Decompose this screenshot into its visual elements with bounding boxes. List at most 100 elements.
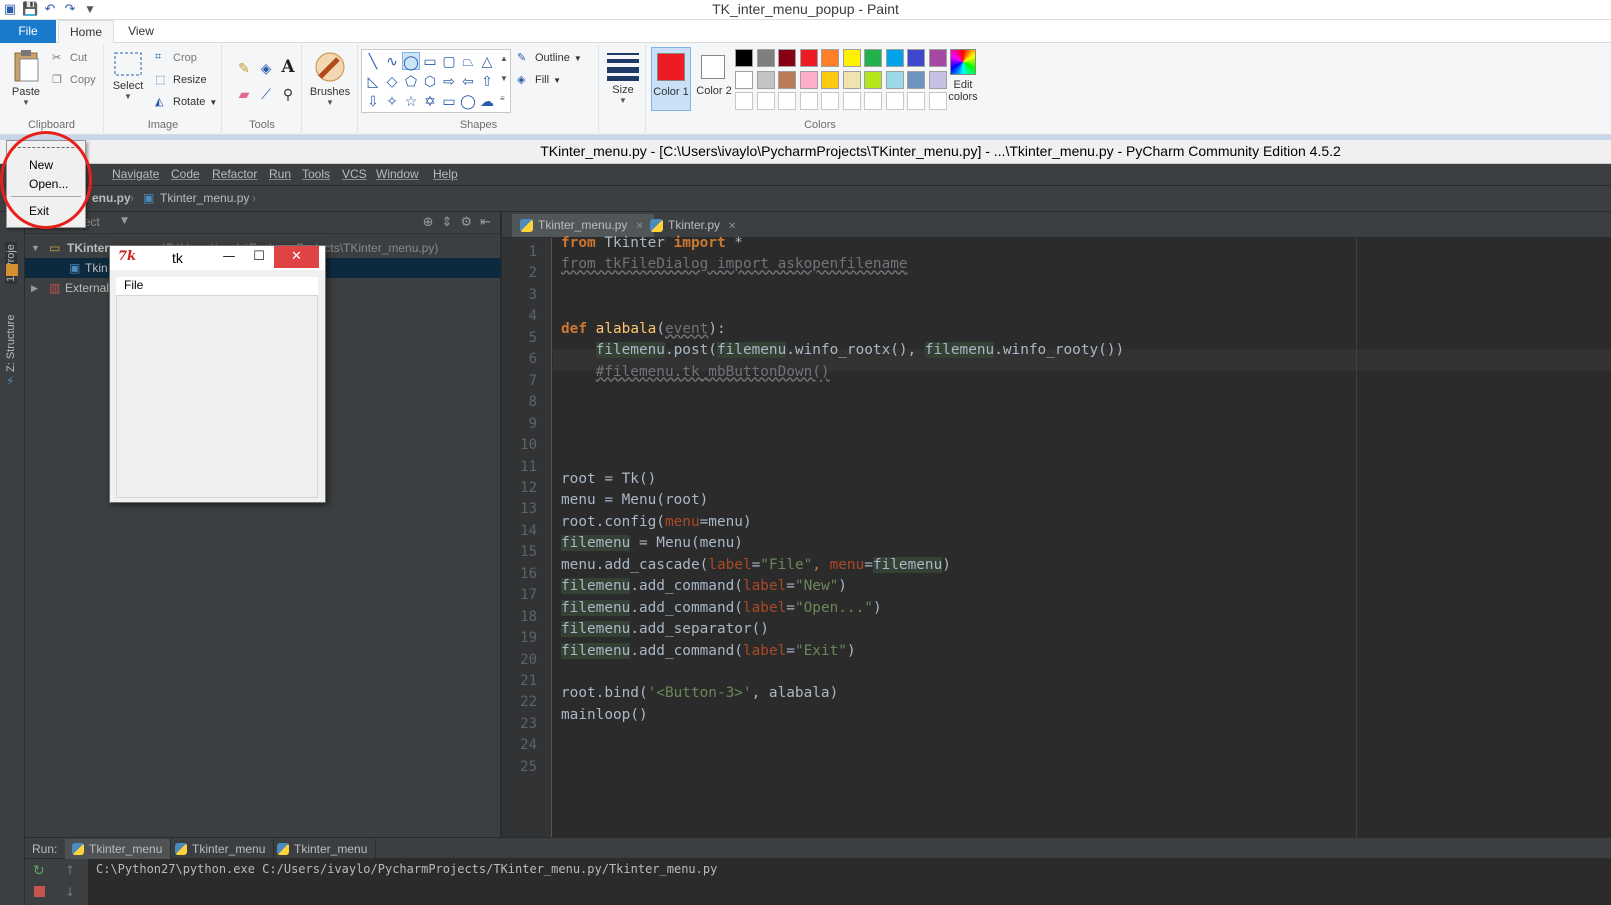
color-swatch[interactable] <box>907 49 925 67</box>
color-picker-icon[interactable]: ⟋ <box>257 85 275 103</box>
color-swatch[interactable] <box>821 92 839 110</box>
stop-icon[interactable] <box>34 886 45 897</box>
menu-navigate[interactable]: Navigate <box>112 167 159 181</box>
tab-structure[interactable]: Z: Structure <box>5 315 17 372</box>
shapes-more-icon[interactable]: ≡ <box>500 94 505 103</box>
color-swatch[interactable] <box>799 49 818 67</box>
color-swatch[interactable] <box>842 70 861 89</box>
color-swatch[interactable] <box>756 49 775 67</box>
pencil-icon[interactable]: ✎ <box>235 59 253 77</box>
rectangle-shape-icon[interactable]: ▭ <box>421 52 439 70</box>
settings-gear-icon[interactable]: ⚙ <box>460 215 472 230</box>
eraser-icon[interactable]: ▰ <box>235 85 253 103</box>
color-swatch[interactable] <box>864 92 882 110</box>
callout-cloud-shape-icon[interactable]: ☁ <box>478 92 496 110</box>
editor-tab-tkinter[interactable]: Tkinter.py ✕ <box>642 214 746 237</box>
tk-window-body[interactable] <box>116 295 318 498</box>
menu-item-exit[interactable]: Exit <box>29 204 49 218</box>
right-arrow-shape-icon[interactable]: ⇨ <box>440 72 458 90</box>
size-dropdown-icon[interactable]: ▼ <box>604 96 642 105</box>
color-swatch[interactable] <box>778 49 796 67</box>
color-swatch[interactable] <box>799 92 818 110</box>
tab-view[interactable]: View <box>116 20 166 43</box>
color-swatch[interactable] <box>756 92 775 110</box>
menu-run[interactable]: Run <box>269 167 291 181</box>
run-tab[interactable]: Tkinter_menu <box>270 839 377 859</box>
rounded-rectangle-shape-icon[interactable]: ▢ <box>440 52 458 70</box>
color-swatch[interactable] <box>756 70 775 89</box>
shapes-gallery[interactable]: ╲ ∿ ◯ ▭ ▢ ⏢ △ ◺ ◇ ⬠ ⬡ ⇨ ⇦ ⇧ ⇩ ✧ ☆ ✡ ▭ ◯ … <box>361 49 511 113</box>
editor-tab-tkinter-menu[interactable]: Tkinter_menu.py ✕ <box>512 214 654 237</box>
menu-vcs[interactable]: VCS <box>342 167 367 181</box>
rerun-icon[interactable]: ↻ <box>33 863 45 879</box>
run-tab[interactable]: Tkinter_menu <box>65 839 172 859</box>
brushes-dropdown-icon[interactable]: ▼ <box>307 98 353 107</box>
expanded-arrow-icon[interactable]: ▼ <box>31 238 40 258</box>
callout-oval-shape-icon[interactable]: ◯ <box>459 92 477 110</box>
text-tool-icon[interactable]: A <box>279 58 297 76</box>
up-arrow-shape-icon[interactable]: ⇧ <box>478 72 496 90</box>
close-icon[interactable]: ✕ <box>274 246 319 268</box>
minimize-icon[interactable]: — <box>214 246 244 268</box>
color-swatch[interactable] <box>864 70 882 89</box>
maximize-icon[interactable]: ☐ <box>244 246 274 268</box>
oval-shape-icon[interactable]: ◯ <box>402 52 420 70</box>
rotate-button[interactable]: ◭ Rotate ▼ <box>155 95 217 109</box>
crop-button[interactable]: ⌗ Crop <box>155 51 197 65</box>
color-swatch[interactable] <box>821 49 839 67</box>
line-shape-icon[interactable]: ╲ <box>364 52 382 70</box>
curve-shape-icon[interactable]: ∿ <box>383 52 401 70</box>
shapes-scroll-up-icon[interactable]: ▲ <box>500 54 508 63</box>
color-swatch[interactable] <box>778 70 796 89</box>
color-swatch[interactable] <box>735 49 753 67</box>
resize-button[interactable]: ⬚ Resize <box>155 73 207 87</box>
color-swatch[interactable] <box>735 70 753 89</box>
four-point-star-shape-icon[interactable]: ✧ <box>383 92 401 110</box>
size-button[interactable]: Size ▼ <box>604 51 642 105</box>
paste-button[interactable]: Paste ▼ <box>8 49 44 107</box>
color-swatch[interactable] <box>842 92 861 110</box>
diamond-shape-icon[interactable]: ◇ <box>383 72 401 90</box>
six-point-star-shape-icon[interactable]: ✡ <box>421 92 439 110</box>
collapse-all-icon[interactable]: ⇕ <box>442 215 453 230</box>
color-swatch[interactable] <box>907 92 925 110</box>
cut-button[interactable]: ✂ Cut <box>52 51 87 65</box>
edit-colors-button[interactable]: Edit colors <box>943 49 983 103</box>
color-swatch[interactable] <box>907 70 925 89</box>
triangle-shape-icon[interactable]: △ <box>478 52 496 70</box>
color-swatch[interactable] <box>885 49 904 67</box>
down-arrow-shape-icon[interactable]: ⇩ <box>364 92 382 110</box>
breadcrumb-project[interactable]: enu.py <box>92 191 131 205</box>
callout-rect-shape-icon[interactable]: ▭ <box>440 92 458 110</box>
five-point-star-shape-icon[interactable]: ☆ <box>402 92 420 110</box>
tk-menu-file[interactable]: File <box>124 278 143 292</box>
magnifier-icon[interactable]: ⚲ <box>279 85 297 103</box>
select-button[interactable]: Select ▼ <box>111 51 145 101</box>
fill-bucket-icon[interactable]: ◈ <box>257 59 275 77</box>
color-swatch[interactable] <box>885 92 904 110</box>
menu-tools[interactable]: Tools <box>302 167 330 181</box>
view-selector-dropdown-icon[interactable]: ▼ <box>121 216 128 226</box>
menu-help[interactable]: Help <box>433 167 458 181</box>
brushes-button[interactable]: Brushes ▼ <box>307 51 353 107</box>
scroll-from-source-icon[interactable]: ⊕ <box>423 215 434 230</box>
color-swatch[interactable] <box>842 49 861 67</box>
fill-button[interactable]: ◈ Fill ▼ <box>517 73 561 87</box>
polygon-shape-icon[interactable]: ⏢ <box>459 52 477 70</box>
pentagon-shape-icon[interactable]: ⬠ <box>402 72 420 90</box>
color-swatch[interactable] <box>821 70 839 89</box>
hexagon-shape-icon[interactable]: ⬡ <box>421 72 439 90</box>
color-swatch[interactable] <box>864 49 882 67</box>
menu-code[interactable]: Code <box>171 167 200 181</box>
menu-item-new[interactable]: New <box>29 158 53 172</box>
menu-window[interactable]: Window <box>376 167 419 181</box>
select-dropdown-icon[interactable]: ▼ <box>111 92 145 101</box>
shapes-scroll-down-icon[interactable]: ▼ <box>500 74 508 83</box>
run-tab[interactable]: Tkinter_menu <box>168 839 275 859</box>
run-console[interactable]: C:\Python27\python.exe C:/Users/ivaylo/P… <box>90 859 1611 905</box>
left-arrow-shape-icon[interactable]: ⇦ <box>459 72 477 90</box>
color2-button[interactable]: Color 2 <box>695 47 735 111</box>
color-swatch[interactable] <box>735 92 753 110</box>
copy-button[interactable]: ❐ Copy <box>52 73 96 87</box>
tab-file[interactable]: File <box>0 20 56 43</box>
